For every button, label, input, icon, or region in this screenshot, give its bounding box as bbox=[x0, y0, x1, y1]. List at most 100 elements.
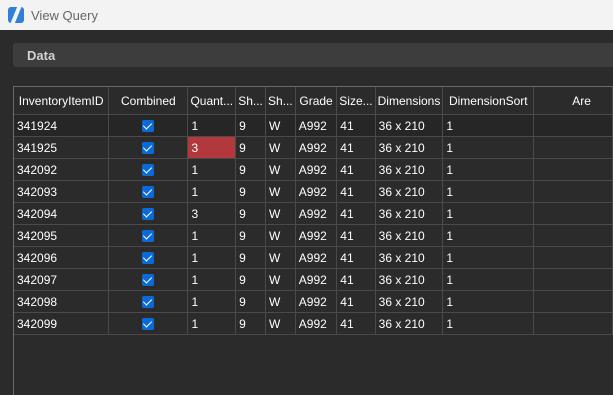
cell-inventoryitemid[interactable]: 342099 bbox=[14, 312, 110, 335]
cell-grade[interactable]: A992 bbox=[295, 224, 338, 247]
cell-dimensions[interactable]: 36 x 210 bbox=[375, 312, 444, 335]
table-row[interactable]: 342098 1 9 W A992 41 36 x 210 1 bbox=[14, 290, 613, 313]
combined-checkbox[interactable] bbox=[142, 120, 155, 133]
cell-dimensionsort[interactable]: 1 bbox=[442, 290, 535, 313]
cell-combined[interactable] bbox=[108, 202, 189, 225]
cell-size[interactable]: 41 bbox=[336, 158, 376, 181]
column-header-sh1[interactable]: Sh... bbox=[235, 87, 266, 115]
cell-quantity[interactable]: 1 bbox=[187, 268, 237, 291]
table-row[interactable]: 341924 1 9 W A992 41 36 x 210 1 bbox=[14, 114, 613, 137]
cell-area[interactable] bbox=[533, 290, 613, 313]
cell-sh1[interactable]: 9 bbox=[235, 224, 266, 247]
cell-combined[interactable] bbox=[108, 180, 189, 203]
cell-dimensions[interactable]: 36 x 210 bbox=[375, 290, 444, 313]
column-header-dimensionsort[interactable]: DimensionSort bbox=[442, 87, 535, 115]
cell-dimensionsort[interactable]: 1 bbox=[442, 202, 535, 225]
combined-checkbox[interactable] bbox=[142, 296, 155, 309]
cell-dimensions[interactable]: 36 x 210 bbox=[375, 136, 444, 159]
cell-quantity[interactable]: 1 bbox=[187, 290, 237, 313]
cell-inventoryitemid[interactable]: 342097 bbox=[14, 268, 110, 291]
cell-sh1[interactable]: 9 bbox=[235, 180, 266, 203]
cell-dimensionsort[interactable]: 1 bbox=[442, 180, 535, 203]
combined-checkbox[interactable] bbox=[142, 318, 155, 331]
cell-sh1[interactable]: 9 bbox=[235, 290, 266, 313]
cell-sh2[interactable]: W bbox=[265, 224, 296, 247]
column-header-dimensions[interactable]: Dimensions bbox=[375, 87, 444, 115]
table-row[interactable]: 342095 1 9 W A992 41 36 x 210 1 bbox=[14, 224, 613, 247]
cell-sh2[interactable]: W bbox=[265, 136, 296, 159]
data-panel-header[interactable]: Data bbox=[13, 43, 613, 67]
cell-inventoryitemid[interactable]: 341925 bbox=[14, 136, 110, 159]
column-header-sh2[interactable]: Sh... bbox=[265, 87, 296, 115]
cell-grade[interactable]: A992 bbox=[295, 312, 338, 335]
cell-dimensionsort[interactable]: 1 bbox=[442, 246, 535, 269]
cell-dimensionsort[interactable]: 1 bbox=[442, 268, 535, 291]
table-row[interactable]: 341925 3 9 W A992 41 36 x 210 1 bbox=[14, 136, 613, 159]
cell-dimensions[interactable]: 36 x 210 bbox=[375, 202, 444, 225]
column-header-inventoryitemid[interactable]: InventoryItemID bbox=[14, 87, 110, 115]
cell-area[interactable] bbox=[533, 268, 613, 291]
cell-inventoryitemid[interactable]: 342094 bbox=[14, 202, 110, 225]
cell-grade[interactable]: A992 bbox=[295, 180, 338, 203]
cell-size[interactable]: 41 bbox=[336, 202, 376, 225]
column-header-grade[interactable]: Grade bbox=[295, 87, 338, 115]
table-row[interactable]: 342094 3 9 W A992 41 36 x 210 1 bbox=[14, 202, 613, 225]
cell-grade[interactable]: A992 bbox=[295, 268, 338, 291]
cell-sh2[interactable]: W bbox=[265, 312, 296, 335]
cell-sh2[interactable]: W bbox=[265, 202, 296, 225]
cell-grade[interactable]: A992 bbox=[295, 136, 338, 159]
cell-size[interactable]: 41 bbox=[336, 180, 376, 203]
cell-sh1[interactable]: 9 bbox=[235, 136, 266, 159]
cell-combined[interactable] bbox=[108, 114, 189, 137]
cell-combined[interactable] bbox=[108, 158, 189, 181]
combined-checkbox[interactable] bbox=[142, 142, 155, 155]
cell-inventoryitemid[interactable]: 341924 bbox=[14, 114, 110, 137]
cell-size[interactable]: 41 bbox=[336, 290, 376, 313]
cell-area[interactable] bbox=[533, 114, 613, 137]
column-header-quantity[interactable]: Quant... bbox=[187, 87, 237, 115]
cell-area[interactable] bbox=[533, 180, 613, 203]
cell-sh1[interactable]: 9 bbox=[235, 114, 266, 137]
cell-size[interactable]: 41 bbox=[336, 136, 376, 159]
cell-combined[interactable] bbox=[108, 224, 189, 247]
cell-inventoryitemid[interactable]: 342092 bbox=[14, 158, 110, 181]
cell-inventoryitemid[interactable]: 342096 bbox=[14, 246, 110, 269]
cell-sh1[interactable]: 9 bbox=[235, 312, 266, 335]
cell-combined[interactable] bbox=[108, 136, 189, 159]
cell-grade[interactable]: A992 bbox=[295, 158, 338, 181]
cell-sh1[interactable]: 9 bbox=[235, 246, 266, 269]
cell-grade[interactable]: A992 bbox=[295, 246, 338, 269]
column-header-combined[interactable]: Combined bbox=[108, 87, 189, 115]
cell-combined[interactable] bbox=[108, 312, 189, 335]
cell-combined[interactable] bbox=[108, 246, 189, 269]
cell-grade[interactable]: A992 bbox=[295, 202, 338, 225]
cell-area[interactable] bbox=[533, 224, 613, 247]
cell-sh2[interactable]: W bbox=[265, 114, 296, 137]
combined-checkbox[interactable] bbox=[142, 208, 155, 221]
cell-size[interactable]: 41 bbox=[336, 312, 376, 335]
table-row[interactable]: 342096 1 9 W A992 41 36 x 210 1 bbox=[14, 246, 613, 269]
combined-checkbox[interactable] bbox=[142, 186, 155, 199]
cell-dimensions[interactable]: 36 x 210 bbox=[375, 246, 444, 269]
cell-dimensions[interactable]: 36 x 210 bbox=[375, 114, 444, 137]
table-row[interactable]: 342099 1 9 W A992 41 36 x 210 1 bbox=[14, 312, 613, 335]
cell-quantity[interactable]: 3 bbox=[187, 136, 237, 159]
cell-sh2[interactable]: W bbox=[265, 158, 296, 181]
cell-size[interactable]: 41 bbox=[336, 246, 376, 269]
column-header-size[interactable]: Size... bbox=[336, 87, 376, 115]
cell-quantity[interactable]: 3 bbox=[187, 202, 237, 225]
cell-inventoryitemid[interactable]: 342093 bbox=[14, 180, 110, 203]
cell-dimensions[interactable]: 36 x 210 bbox=[375, 158, 444, 181]
cell-area[interactable] bbox=[533, 246, 613, 269]
data-grid[interactable]: InventoryItemID Combined Quant... Sh... … bbox=[13, 86, 613, 395]
cell-size[interactable]: 41 bbox=[336, 224, 376, 247]
cell-area[interactable] bbox=[533, 158, 613, 181]
combined-checkbox[interactable] bbox=[142, 230, 155, 243]
cell-combined[interactable] bbox=[108, 290, 189, 313]
cell-area[interactable] bbox=[533, 202, 613, 225]
cell-size[interactable]: 41 bbox=[336, 268, 376, 291]
cell-quantity[interactable]: 1 bbox=[187, 312, 237, 335]
cell-size[interactable]: 41 bbox=[336, 114, 376, 137]
combined-checkbox[interactable] bbox=[142, 274, 155, 287]
cell-grade[interactable]: A992 bbox=[295, 114, 338, 137]
